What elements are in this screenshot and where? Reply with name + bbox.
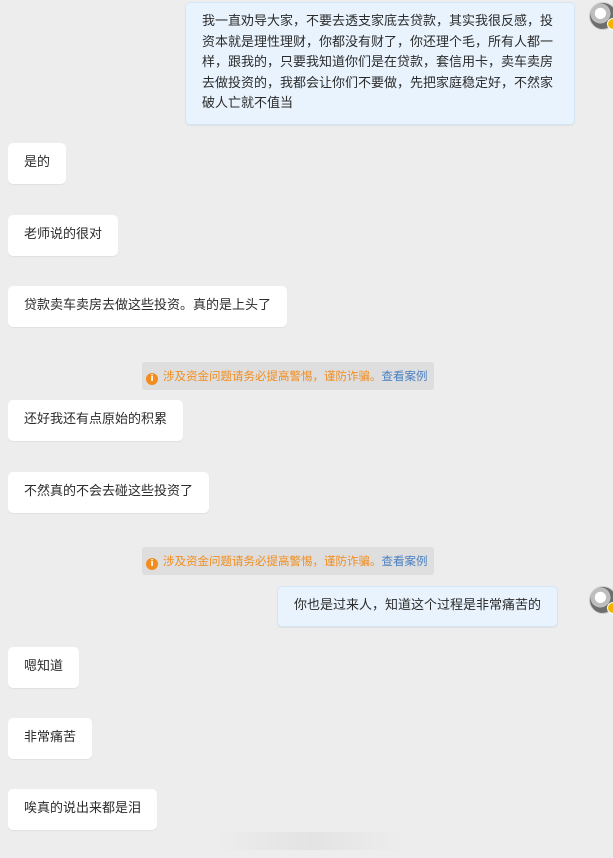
message-bubble-outgoing[interactable]: 你也是过来人，知道这个过程是非常痛苦的	[277, 586, 559, 627]
chat-area: 我一直劝导大家，不要去透支家底去贷款，其实我很反感，投资本就是理性理财，你都没有…	[0, 0, 613, 858]
vip-badge-icon	[607, 602, 613, 614]
message-bubble-incoming[interactable]: 不然真的不会去碰这些投资了	[8, 472, 210, 513]
message-bubble-outgoing[interactable]: 我一直劝导大家，不要去透支家底去贷款，其实我很反感，投资本就是理性理财，你都没有…	[185, 2, 575, 125]
message-bubble-incoming[interactable]: 老师说的很对	[8, 215, 119, 256]
scroll-fade-watermark	[215, 832, 405, 850]
message-bubble-incoming[interactable]: 是的	[8, 143, 67, 184]
view-cases-link[interactable]: 查看案例	[382, 369, 428, 383]
user-avatar[interactable]	[589, 586, 613, 614]
message-bubble-incoming[interactable]: 还好我还有点原始的积累	[8, 400, 184, 441]
message-bubble-incoming[interactable]: 非常痛苦	[8, 718, 93, 759]
info-icon: i	[146, 373, 158, 385]
fraud-warning-text: 涉及资金问题请务必提高警惕，谨防诈骗。	[163, 369, 382, 383]
fraud-warning-text: 涉及资金问题请务必提高警惕，谨防诈骗。	[163, 554, 382, 568]
info-icon: i	[146, 558, 158, 570]
fraud-warning-notice: i 涉及资金问题请务必提高警惕，谨防诈骗。查看案例	[142, 362, 434, 390]
user-avatar[interactable]	[589, 2, 613, 30]
fraud-warning-notice: i 涉及资金问题请务必提高警惕，谨防诈骗。查看案例	[142, 547, 434, 575]
view-cases-link[interactable]: 查看案例	[382, 554, 428, 568]
vip-badge-icon	[607, 18, 613, 30]
message-bubble-incoming[interactable]: 嗯知道	[8, 647, 80, 688]
message-bubble-incoming[interactable]: 贷款卖车卖房去做这些投资。真的是上头了	[8, 286, 288, 327]
message-bubble-incoming[interactable]: 唉真的说出来都是泪	[8, 789, 158, 830]
